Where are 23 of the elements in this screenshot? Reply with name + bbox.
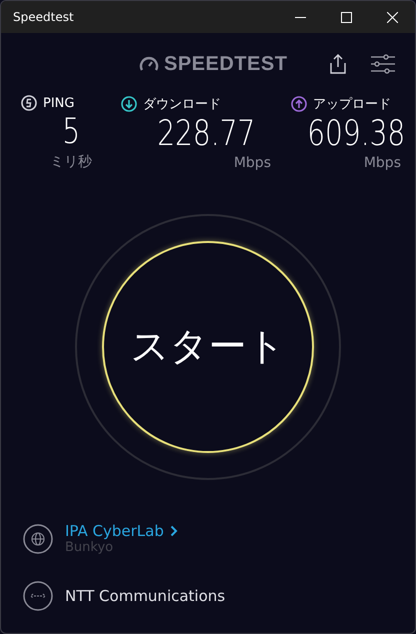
start-button[interactable]: スタート xyxy=(102,240,314,452)
globe-icon xyxy=(23,524,53,554)
metric-value: 609.38 xyxy=(307,113,405,155)
window-title: Speedtest xyxy=(13,10,75,24)
metric-label: PING xyxy=(43,96,74,110)
metric-value: 228.77 xyxy=(157,113,255,155)
chevron-right-icon xyxy=(170,525,178,537)
close-icon xyxy=(386,12,398,22)
settings-button[interactable] xyxy=(371,54,395,74)
server-link[interactable]: IPA CyberLab xyxy=(65,522,178,540)
server-location: Bunkyo xyxy=(65,540,114,555)
metric-unit: Mbps xyxy=(234,155,271,171)
metric-label: アップロード xyxy=(313,96,391,113)
metric-unit: Mbps xyxy=(364,155,401,171)
maximize-icon xyxy=(340,12,352,22)
metric-unit: ミリ秒 xyxy=(50,153,92,171)
metric-value: 5 xyxy=(62,111,80,153)
logo-text: SPEEDTEST xyxy=(164,52,288,76)
provider-name: NTT Communications xyxy=(65,587,226,605)
metric-label: ダウンロード xyxy=(143,96,221,113)
gauge-icon xyxy=(139,56,159,72)
share-button[interactable] xyxy=(329,54,347,74)
connection-icon xyxy=(23,581,53,611)
